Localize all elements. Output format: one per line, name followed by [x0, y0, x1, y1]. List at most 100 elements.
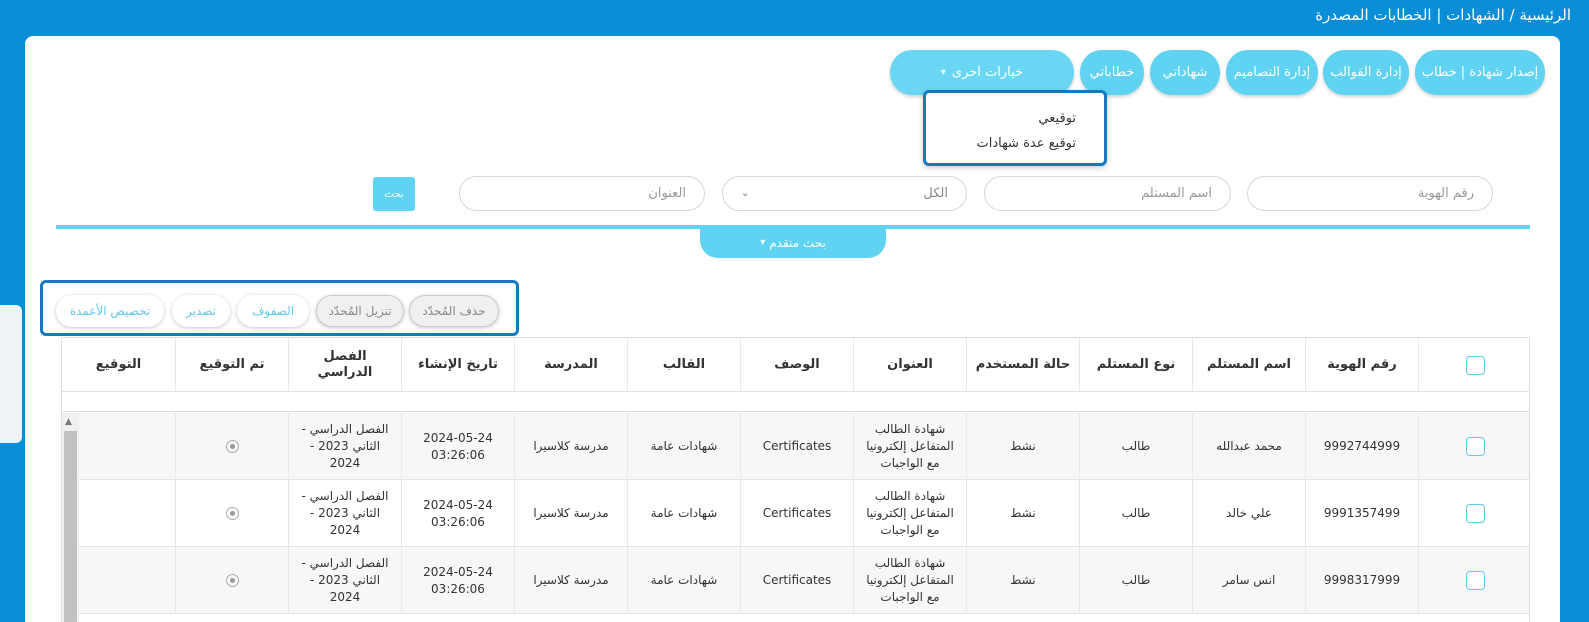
col-title[interactable]: العنوان	[853, 338, 966, 392]
title-field[interactable]	[459, 176, 705, 211]
cell-date: 2024-05-24	[423, 497, 493, 512]
cell-status: نشط	[966, 413, 1079, 480]
col-semester[interactable]: الفصل الدراسي	[288, 338, 401, 392]
table-row[interactable]: 9991357499 علي خالد طالب نشط شهادة الطال…	[62, 480, 1529, 547]
advanced-search-label: بحث متقدم	[769, 235, 826, 250]
advanced-search-toggle[interactable]: بحث متقدم ▾	[700, 227, 886, 258]
cell-type: طالب	[1079, 547, 1192, 614]
cell-semester: الفصل الدراسي - الثاني 2023 - 2024	[288, 413, 401, 480]
menu-item-my-signature[interactable]: توقيعي	[1038, 111, 1076, 126]
app-frame: الرئيسية / الشهادات | الخطابات المصدرة إ…	[0, 0, 1589, 622]
cell-name: علي خالد	[1192, 480, 1305, 547]
cell-created-at: 2024-05-24 03:26:06	[401, 547, 514, 614]
scroll-thumb[interactable]	[64, 431, 77, 622]
col-signed[interactable]: تم التوقيع	[175, 338, 288, 392]
cell-description: Certificates	[740, 413, 853, 480]
cell-id: 9992744999	[1305, 413, 1418, 480]
cell-type: طالب	[1079, 413, 1192, 480]
more-options-dropdown: توقيعي توقيع عدة شهادات	[923, 90, 1107, 166]
table-toolbar: حذف المُحدّد تنزيل المُحدّد الصفوف تصدير…	[40, 280, 519, 336]
row-select-cell	[1418, 547, 1531, 614]
manage-templates-button[interactable]: إدارة القوالب	[1323, 50, 1409, 95]
id-number-input[interactable]	[1266, 186, 1474, 201]
more-options-button[interactable]: خيارات اخرى ▾	[890, 50, 1074, 95]
my-certificates-button[interactable]: شهاداتي	[1150, 50, 1220, 95]
col-id[interactable]: رقم الهوية	[1305, 338, 1418, 392]
cell-template: شهادات عامة	[627, 480, 740, 547]
select-all-cell	[1418, 338, 1531, 392]
cell-semester: الفصل الدراسي - الثاني 2023 - 2024	[288, 480, 401, 547]
cell-title: شهادة الطالب المتفاعل إلكترونيا مع الواج…	[853, 480, 966, 547]
cell-signed	[175, 480, 288, 547]
recipient-name-field[interactable]	[984, 176, 1231, 211]
col-recipient-type[interactable]: نوع المستلم	[1079, 338, 1192, 392]
rows-button[interactable]: الصفوف	[237, 295, 309, 327]
certificates-table: رقم الهوية اسم المستلم نوع المستلم حالة …	[61, 337, 1530, 622]
delete-selected-button[interactable]: حذف المُحدّد	[409, 295, 499, 327]
menu-item-sign-multiple[interactable]: توقيع عدة شهادات	[976, 136, 1076, 151]
table-row[interactable]: 9998317999 انس سامر طالب نشط شهادة الطال…	[62, 547, 1529, 614]
title-input[interactable]	[478, 186, 686, 201]
cell-description: Certificates	[740, 547, 853, 614]
signed-status-icon	[225, 507, 239, 520]
signed-status-icon	[225, 574, 239, 587]
col-template[interactable]: القالب	[627, 338, 740, 392]
chevron-down-icon: ⌄	[741, 188, 750, 199]
cell-id: 9998317999	[1305, 547, 1418, 614]
cell-id: 9991357499	[1305, 480, 1418, 547]
col-created-at[interactable]: تاريخ الإنشاء	[401, 338, 514, 392]
col-description[interactable]: الوصف	[740, 338, 853, 392]
col-signature[interactable]: التوقيع	[62, 338, 175, 392]
id-number-field[interactable]	[1247, 176, 1493, 211]
type-select-value: الكل	[923, 186, 948, 201]
table-scrollbar[interactable]: ▲	[62, 413, 79, 622]
cell-title: شهادة الطالب المتفاعل إلكترونيا مع الواج…	[853, 547, 966, 614]
more-options-label: خيارات اخرى	[951, 65, 1024, 80]
issue-certificate-button[interactable]: إصدار شهادة | خطاب	[1415, 50, 1545, 95]
cell-description: Certificates	[740, 480, 853, 547]
cell-template: شهادات عامة	[627, 547, 740, 614]
cell-name: محمد عبدالله	[1192, 413, 1305, 480]
cell-time: 03:26:06	[431, 447, 485, 462]
cell-time: 03:26:06	[431, 514, 485, 529]
side-collapse-tab[interactable]	[0, 305, 22, 443]
col-recipient-name[interactable]: اسم المستلم	[1192, 338, 1305, 392]
cell-template: شهادات عامة	[627, 413, 740, 480]
cell-signed	[175, 547, 288, 614]
breadcrumb: الرئيسية / الشهادات | الخطابات المصدرة	[1315, 6, 1571, 24]
header-spacer	[62, 392, 1529, 412]
export-button[interactable]: تصدير	[172, 295, 230, 327]
row-checkbox[interactable]	[1465, 504, 1485, 523]
customize-columns-button[interactable]: تخصيص الأعمدة	[56, 295, 164, 327]
col-user-status[interactable]: حالة المستخدم	[966, 338, 1079, 392]
search-button[interactable]: بحث	[373, 177, 415, 211]
cell-school: مدرسة كلاسيرا	[514, 547, 627, 614]
download-selected-button[interactable]: تنزيل المُحدّد	[316, 295, 404, 327]
scroll-up-icon[interactable]: ▲	[65, 417, 72, 427]
cell-type: طالب	[1079, 480, 1192, 547]
table-row[interactable]: 9992744999 محمد عبدالله طالب نشط شهادة ا…	[62, 413, 1529, 480]
cell-created-at: 2024-05-24 03:26:06	[401, 413, 514, 480]
select-all-checkbox[interactable]	[1465, 355, 1485, 375]
recipient-name-input[interactable]	[1003, 186, 1212, 201]
chevron-down-icon: ▾	[760, 237, 766, 248]
type-select[interactable]: الكل ⌄	[722, 176, 967, 211]
cell-school: مدرسة كلاسيرا	[514, 413, 627, 480]
cell-signed	[175, 413, 288, 480]
row-select-cell	[1418, 413, 1531, 480]
cell-date: 2024-05-24	[423, 564, 493, 579]
cell-title: شهادة الطالب المتفاعل إلكترونيا مع الواج…	[853, 413, 966, 480]
cell-status: نشط	[966, 547, 1079, 614]
signed-status-icon	[225, 440, 239, 453]
my-letters-button[interactable]: خطاباتي	[1080, 50, 1144, 95]
row-checkbox[interactable]	[1465, 571, 1485, 590]
row-checkbox[interactable]	[1465, 437, 1485, 456]
cell-time: 03:26:06	[431, 581, 485, 596]
manage-designs-button[interactable]: إدارة التصاميم	[1226, 50, 1318, 95]
cell-status: نشط	[966, 480, 1079, 547]
cell-semester: الفصل الدراسي - الثاني 2023 - 2024	[288, 547, 401, 614]
chevron-down-icon: ▾	[940, 67, 946, 78]
cell-name: انس سامر	[1192, 547, 1305, 614]
cell-created-at: 2024-05-24 03:26:06	[401, 480, 514, 547]
col-school[interactable]: المدرسة	[514, 338, 627, 392]
